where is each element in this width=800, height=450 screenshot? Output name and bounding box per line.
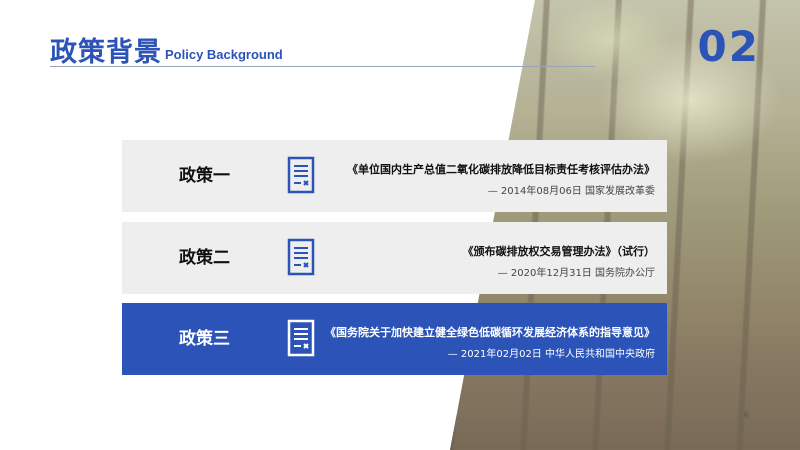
policy-source: — 2021年02月02日 中华人民共和国中央政府	[447, 349, 655, 360]
policy-card-3[interactable]: 政策三 《国务院关于加快建立健全绿色低碳循环发展经济体系的指导意见》 — 202…	[122, 303, 667, 375]
policy-title: 《单位国内生产总值二氧化碳排放降低目标责任考核评估办法》	[347, 163, 655, 176]
title-divider	[50, 66, 595, 67]
slide-number: 6	[744, 410, 750, 420]
section-number: 02	[697, 22, 760, 71]
policy-title: 《国务院关于加快建立健全绿色低碳循环发展经济体系的指导意见》	[325, 326, 655, 339]
document-icon	[287, 238, 315, 276]
policy-card-1[interactable]: 政策一 《单位国内生产总值二氧化碳排放降低目标责任考核评估办法》 — 2014年…	[122, 140, 667, 212]
policy-label: 政策一	[179, 166, 230, 186]
policy-label: 政策二	[179, 248, 230, 268]
policy-label: 政策三	[179, 329, 230, 349]
policy-title: 《颁布碳排放权交易管理办法》（试行）	[462, 245, 656, 258]
page-subtitle: Policy Background	[165, 47, 283, 62]
policy-source: — 2014年08月06日 国家发展改革委	[487, 186, 655, 197]
document-icon	[287, 319, 315, 357]
policy-card-2[interactable]: 政策二 《颁布碳排放权交易管理办法》（试行） — 2020年12月31日 国务院…	[122, 222, 667, 294]
page-title: 政策背景	[50, 37, 162, 68]
document-icon	[287, 156, 315, 194]
policy-source: — 2020年12月31日 国务院办公厅	[497, 268, 655, 279]
